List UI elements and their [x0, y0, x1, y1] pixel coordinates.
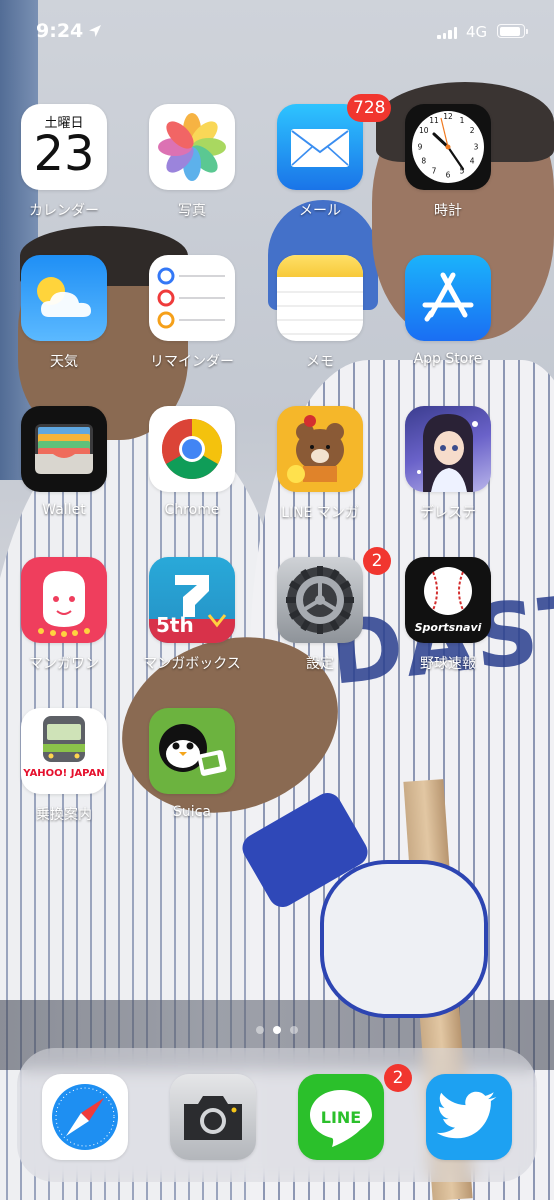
chrome-icon: [149, 406, 235, 492]
yahoo-japan-logo: YAHOO! JAPAN: [23, 768, 105, 779]
app-label: メモ: [306, 354, 334, 370]
app-label: Wallet: [42, 502, 86, 518]
line-logo-text: LINE: [320, 1108, 362, 1127]
wallet-icon: [21, 406, 107, 492]
page-dot-active: [273, 1026, 281, 1034]
svg-text:10: 10: [419, 126, 429, 135]
sportsnavi-logo-text: Sportsnavi: [414, 621, 482, 634]
app-label: 乗換案内: [36, 807, 92, 823]
photos-icon: [149, 104, 235, 190]
svg-text:7: 7: [432, 167, 437, 176]
svg-text:12: 12: [443, 112, 453, 121]
network-type: 4G: [466, 23, 488, 41]
svg-text:4: 4: [470, 157, 475, 166]
appstore-icon: [405, 255, 491, 341]
app-label: 天気: [50, 354, 78, 370]
app-label: メール: [299, 203, 341, 219]
cellular-signal-icon: [437, 26, 457, 39]
baseball-icon: Sportsnavi: [405, 557, 491, 643]
status-time: 9:24: [36, 20, 84, 42]
app-label: デレステ: [420, 505, 476, 521]
mangabox-icon: 5th: [149, 557, 235, 643]
notes-icon: [277, 255, 363, 341]
app-label: Suica: [173, 804, 211, 820]
page-indicator[interactable]: [0, 1026, 554, 1034]
svg-text:3: 3: [474, 143, 479, 152]
app-label: Chrome: [164, 502, 220, 518]
app-label: App Store: [413, 351, 483, 367]
mangaone-icon: [21, 557, 107, 643]
svg-text:9: 9: [418, 143, 423, 152]
page-dot: [256, 1026, 264, 1034]
settings-gear-icon: [277, 557, 363, 643]
svg-text:11: 11: [429, 116, 439, 125]
dock: LINE 2: [17, 1048, 537, 1182]
svg-text:6: 6: [446, 171, 451, 180]
weather-icon: [21, 255, 107, 341]
app-label: 野球速報: [420, 656, 476, 672]
line-chat-icon: LINE: [298, 1074, 384, 1160]
battery-icon: [497, 24, 528, 38]
deresute-character-icon: [405, 406, 491, 492]
calendar-icon: 土曜日 23: [21, 104, 107, 190]
reminders-icon: [149, 255, 235, 341]
safari-compass-icon: [42, 1074, 128, 1160]
camera-icon: [170, 1074, 256, 1160]
location-arrow-icon: [89, 25, 101, 37]
app-label: 設定: [306, 656, 334, 672]
calendar-date: 23: [33, 126, 95, 182]
svg-text:2: 2: [470, 126, 475, 135]
svg-text:8: 8: [421, 157, 426, 166]
app-label: マンガボックス: [143, 656, 241, 672]
app-label: マンガワン: [29, 656, 99, 672]
svg-text:1: 1: [460, 116, 465, 125]
app-label: 写真: [178, 203, 206, 219]
mail-badge: 728: [347, 94, 392, 122]
app-label: 時計: [434, 203, 462, 219]
clock-icon: 12 1 2 345 678 9 10 11: [405, 104, 491, 190]
mangabox-anniversary-text: 5th: [156, 613, 194, 637]
app-label: LINE マンガ: [281, 505, 359, 521]
settings-badge: 2: [363, 547, 391, 575]
app-label: リマインダー: [150, 354, 234, 370]
suica-penguin-icon: [149, 708, 235, 794]
page-dot: [290, 1026, 298, 1034]
linemanga-bear-icon: [277, 406, 363, 492]
line-badge: 2: [384, 1064, 412, 1092]
twitter-bird-icon: [426, 1074, 512, 1160]
app-label: カレンダー: [29, 203, 99, 219]
status-bar: 9:24 4G: [0, 0, 554, 64]
train-icon: YAHOO! JAPAN: [21, 708, 107, 794]
